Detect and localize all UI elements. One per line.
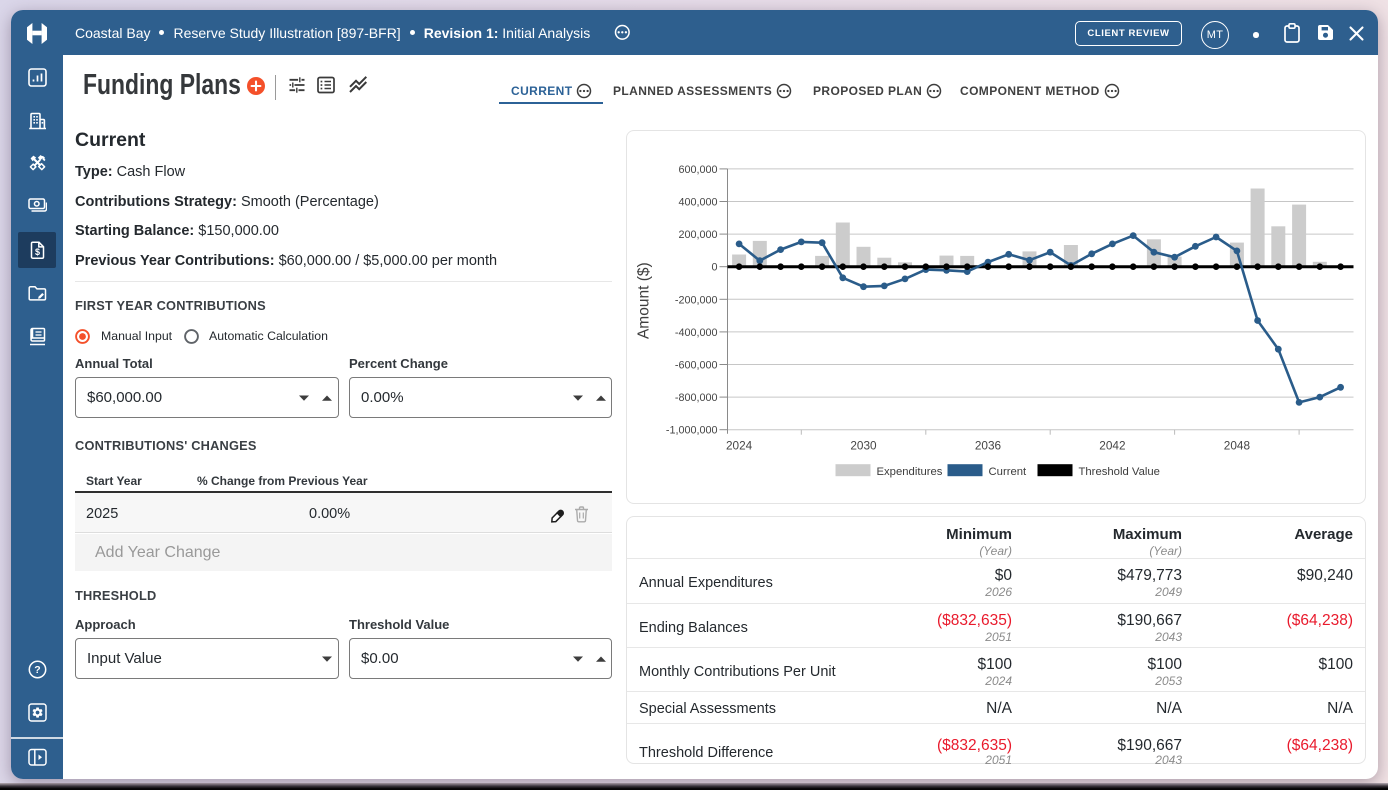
svg-text:0: 0 [711,262,717,274]
svg-text:2042: 2042 [1099,439,1125,453]
svg-text:2030: 2030 [850,439,877,453]
svg-text:-200,000: -200,000 [675,294,718,306]
svg-text:Threshold Value: Threshold Value [1079,466,1160,478]
svg-text:?: ? [34,664,40,676]
svg-text:2048: 2048 [1224,439,1251,453]
svg-text:2024: 2024 [726,439,753,453]
svg-text:600,000: 600,000 [678,164,717,176]
svg-text:Current: Current [989,466,1028,478]
svg-text:-1,000,000: -1,000,000 [666,425,718,437]
svg-text:-400,000: -400,000 [675,327,718,339]
svg-text:2036: 2036 [975,439,1002,453]
svg-text:-800,000: -800,000 [675,392,718,404]
svg-text:-600,000: -600,000 [675,360,718,372]
svg-text:200,000: 200,000 [678,229,717,241]
svg-text:400,000: 400,000 [678,197,717,209]
svg-text:$: $ [34,247,39,257]
svg-text:Amount ($): Amount ($) [636,262,653,339]
svg-text:Expenditures: Expenditures [877,466,943,478]
